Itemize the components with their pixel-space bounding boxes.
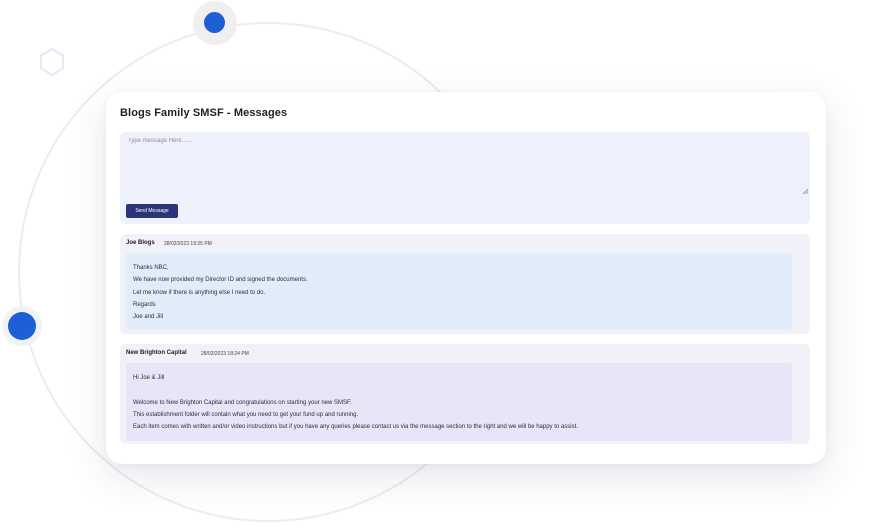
message-line <box>133 384 785 396</box>
message-author: New Brighton Capital <box>126 350 187 356</box>
resize-handle-icon[interactable] <box>802 188 808 194</box>
decorative-dot-top <box>204 12 225 33</box>
message-body: Thanks NBC, We have now provided my Dire… <box>126 253 792 329</box>
message-line: Thanks NBC, <box>133 265 169 271</box>
page-title: Blogs Family SMSF - Messages <box>120 107 288 119</box>
message-line: Let me know if there is anything else I … <box>133 289 266 296</box>
stage: Blogs Family SMSF - Messages Send Messag… <box>0 0 894 527</box>
send-message-button[interactable]: Send Message <box>126 204 178 218</box>
message-item: New Brighton Capital 28/02/2023 18:24 PM… <box>120 344 810 444</box>
message-line: We have now provided my Director ID and … <box>133 277 308 284</box>
message-timestamp: 28/02/2023 19:25 PM <box>164 241 212 247</box>
compose-panel: Send Message <box>120 132 810 224</box>
messages-card: Blogs Family SMSF - Messages Send Messag… <box>106 92 826 464</box>
message-line: Hi Joe & Jill <box>133 375 165 381</box>
message-line: Regards <box>133 301 156 308</box>
decorative-dot-left <box>8 312 36 340</box>
message-line: Welcome to New Brighton Capital and cong… <box>133 399 352 406</box>
message-line: Joe and Jill <box>133 314 164 321</box>
message-line: Each item comes with written and/or vide… <box>133 424 578 431</box>
message-body: Hi Joe & Jill Welcome to New Brighton Ca… <box>126 363 792 441</box>
message-line: This establishment folder will contain w… <box>133 411 359 418</box>
message-author: Joe Blogs <box>126 240 155 246</box>
message-item: Joe Blogs 28/02/2023 19:25 PM Thanks NBC… <box>120 234 810 334</box>
message-timestamp: 28/02/2023 18:24 PM <box>201 351 249 357</box>
message-input[interactable] <box>128 138 804 194</box>
hexagon-outline-icon <box>40 47 64 77</box>
